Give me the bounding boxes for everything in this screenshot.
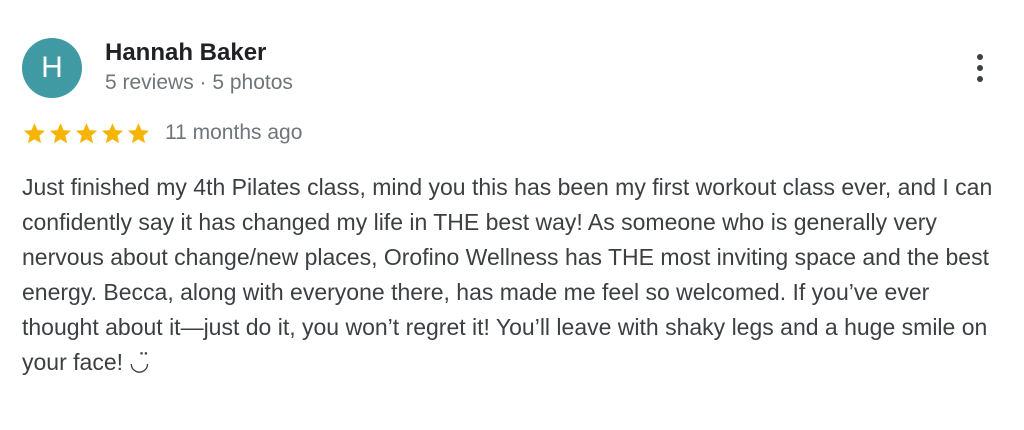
more-options-button[interactable] — [964, 48, 996, 88]
star-icon — [126, 121, 151, 146]
avatar-initial: H — [41, 51, 63, 84]
review-text: Just finished my 4th Pilates class, mind… — [22, 174, 993, 375]
star-icon — [74, 121, 99, 146]
star-icon — [22, 121, 47, 146]
review-card: H Hannah Baker 5 reviews · 5 photos 11 m… — [0, 0, 1024, 430]
more-vert-icon — [977, 54, 983, 60]
avatar[interactable]: H — [22, 38, 82, 98]
review-date: 11 months ago — [165, 121, 303, 144]
star-icon — [48, 121, 73, 146]
star-rating — [22, 118, 151, 148]
star-icon — [100, 121, 125, 146]
author-name[interactable]: Hannah Baker — [105, 38, 266, 68]
author-meta[interactable]: 5 reviews · 5 photos — [105, 69, 293, 97]
